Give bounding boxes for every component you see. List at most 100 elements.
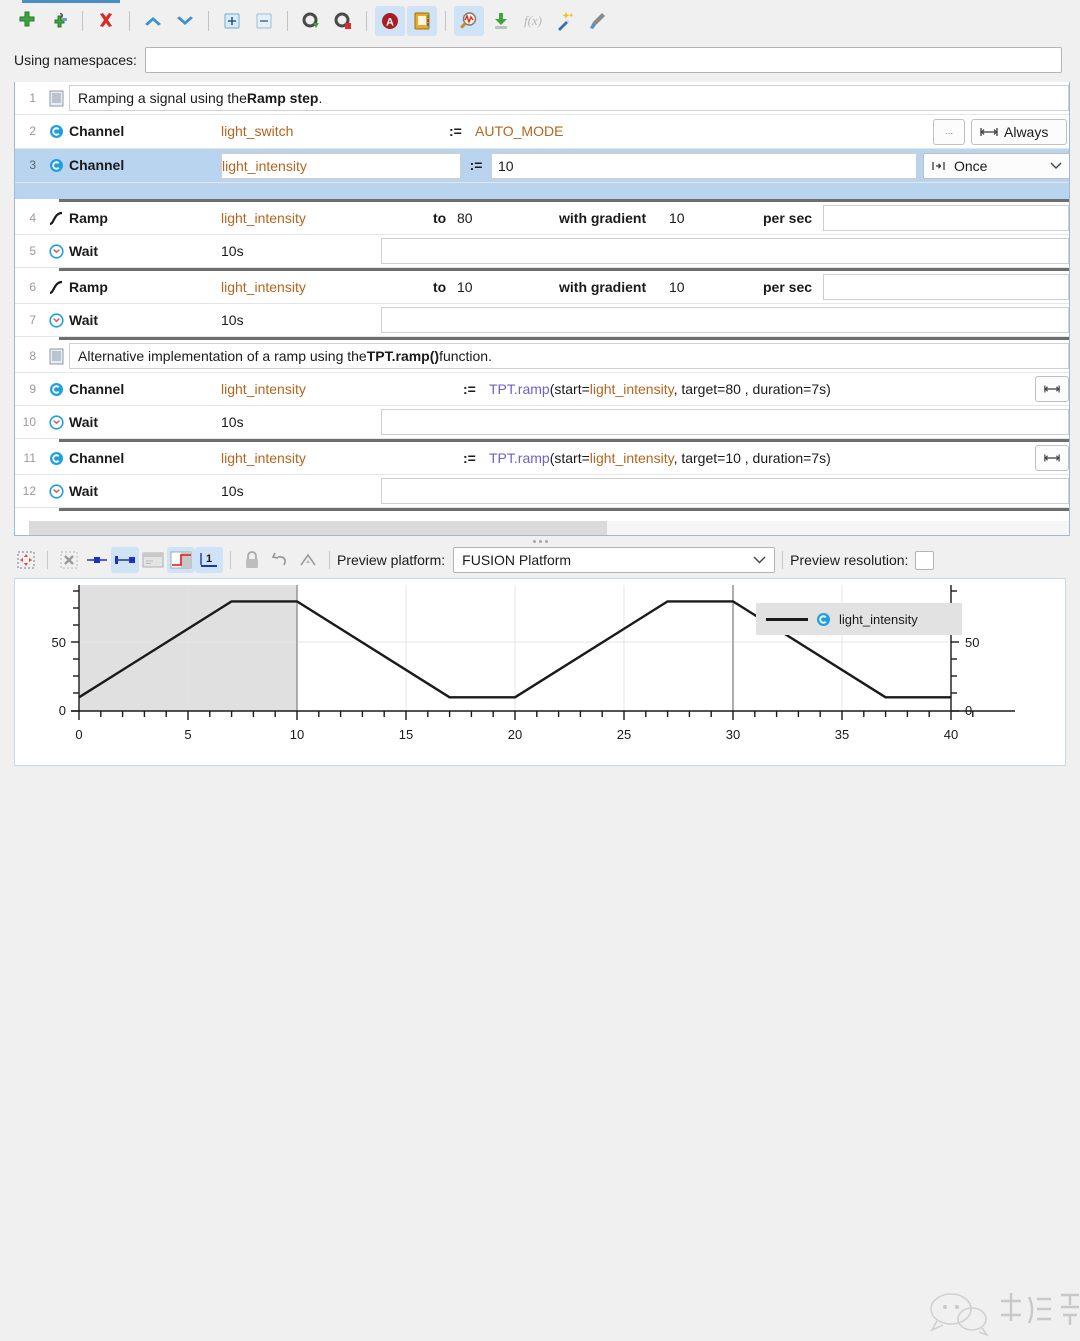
- table-row[interactable]: 9 Channel light_intensity := TPT.ramp(st…: [15, 373, 1069, 406]
- step-keyword: Ramp: [69, 210, 108, 226]
- brush-icon[interactable]: [582, 6, 612, 36]
- ellipsis-button[interactable]: ...: [933, 118, 965, 145]
- x-tick-label: 15: [399, 727, 413, 742]
- horizontal-scrollbar-thumb[interactable]: [29, 521, 607, 535]
- assessment-icon[interactable]: A: [375, 6, 405, 36]
- channel-name[interactable]: light_switch: [221, 115, 449, 148]
- y-tick-label: 0: [59, 703, 66, 718]
- table-row[interactable]: 2 Channel light_switch := AUTO_MODE ... …: [15, 115, 1069, 149]
- table-row[interactable]: 8 Alternative implementation of a ramp u…: [15, 340, 1069, 373]
- sync-mode-always-button[interactable]: Always: [971, 118, 1067, 145]
- clear-icon[interactable]: [55, 547, 83, 573]
- row-number: 10: [22, 415, 36, 429]
- function-open: (start=: [549, 381, 590, 397]
- sync-mode-label: Once: [954, 157, 988, 174]
- preview-separator: [782, 551, 784, 569]
- move-up-icon[interactable]: [138, 6, 168, 36]
- comment-plain-1: Ramping a signal using the: [78, 90, 247, 106]
- delete-step-icon[interactable]: [91, 6, 121, 36]
- add-step-icon[interactable]: [12, 6, 42, 36]
- marker-single-icon[interactable]: [83, 547, 111, 573]
- fit-view-icon[interactable]: [12, 547, 40, 573]
- sync-mode-once-dropdown[interactable]: Once: [923, 152, 1069, 179]
- add-step-from-library-icon[interactable]: [44, 6, 74, 36]
- chart-legend[interactable]: light_intensity: [756, 603, 962, 635]
- channel-name[interactable]: light_intensity: [221, 271, 433, 303]
- to-value[interactable]: 80: [457, 202, 559, 234]
- legend-line-swatch: [766, 617, 808, 621]
- settings-stop-icon[interactable]: [328, 6, 358, 36]
- namespaces-input[interactable]: [144, 47, 1062, 73]
- undo-icon[interactable]: [266, 547, 294, 573]
- assign-operator: :=: [469, 157, 483, 173]
- peak-icon[interactable]: [294, 547, 322, 573]
- channel-expression[interactable]: TPT.ramp(start=light_intensity, target=8…: [489, 373, 1035, 405]
- signal-preview-chart[interactable]: 0 50 0 50 0 5 10 15 20 25 30 35 40: [14, 578, 1079, 1337]
- ramp-extra-field[interactable]: [823, 274, 1069, 300]
- preview-platform-dropdown[interactable]: FUSION Platform: [453, 547, 776, 573]
- marker-range-icon[interactable]: [111, 547, 139, 573]
- lock-icon[interactable]: [238, 547, 266, 573]
- sync-mode-always-button[interactable]: [1035, 445, 1069, 471]
- table-row[interactable]: 10 Wait 10s: [15, 406, 1069, 439]
- watermark: [930, 1293, 1079, 1337]
- gradient-value[interactable]: 10: [669, 271, 763, 303]
- function-name: TPT.ramp: [489, 450, 550, 466]
- row-number: 11: [23, 451, 36, 465]
- chevron-down-icon: [753, 556, 766, 564]
- wand-icon[interactable]: [550, 6, 580, 36]
- wait-duration[interactable]: 10s: [221, 406, 381, 438]
- channel-name[interactable]: light_intensity: [221, 373, 463, 405]
- sync-mode-label: Always: [1004, 123, 1049, 140]
- table-row[interactable]: 5 Wait 10s: [15, 235, 1069, 268]
- toolbar-accent-bar: [22, 0, 120, 3]
- table-row[interactable]: 4 Ramp light_intensity to 80 with gradie…: [15, 202, 1069, 235]
- step-signal-icon[interactable]: [167, 547, 195, 573]
- wait-duration[interactable]: 10s: [221, 235, 381, 267]
- notebook-icon[interactable]: [407, 6, 437, 36]
- ramp-icon: [43, 271, 69, 303]
- table-row[interactable]: 11 Channel light_intensity := TPT.ramp(s…: [15, 442, 1069, 475]
- splitter-dot: [544, 539, 548, 543]
- row-number: 4: [29, 211, 36, 225]
- comment-text[interactable]: Alternative implementation of a ramp usi…: [69, 343, 1069, 369]
- table-row[interactable]: 1 Ramping a signal using the Ramp step.: [15, 82, 1069, 115]
- window-icon[interactable]: [139, 547, 167, 573]
- splitter-dot: [538, 539, 542, 543]
- channel-name[interactable]: light_intensity: [221, 202, 433, 234]
- collapse-icon[interactable]: [249, 6, 279, 36]
- table-row[interactable]: 12 Wait 10s: [15, 475, 1069, 508]
- wait-extra-field[interactable]: [381, 307, 1069, 333]
- channel-icon: [43, 115, 69, 148]
- svg-text:1: 1: [206, 553, 212, 565]
- digital-signal-icon[interactable]: 1: [195, 547, 223, 573]
- function-icon[interactable]: f(x): [518, 6, 548, 36]
- signal-inspect-icon[interactable]: [454, 6, 484, 36]
- channel-expression[interactable]: TPT.ramp(start=light_intensity, target=1…: [489, 442, 1035, 474]
- channel-name[interactable]: light_intensity: [221, 442, 463, 474]
- wait-duration[interactable]: 10s: [221, 475, 381, 507]
- wait-extra-field[interactable]: [381, 409, 1069, 435]
- table-row[interactable]: 3 Channel light_intensity := 10 Once: [15, 149, 1069, 183]
- wait-extra-field[interactable]: [381, 478, 1069, 504]
- expand-icon[interactable]: [217, 6, 247, 36]
- comment-text[interactable]: Ramping a signal using the Ramp step.: [69, 85, 1069, 111]
- table-row[interactable]: 6 Ramp light_intensity to 10 with gradie…: [15, 271, 1069, 304]
- sync-mode-always-button[interactable]: [1035, 376, 1069, 402]
- step-keyword: Channel: [69, 450, 125, 466]
- ramp-extra-field[interactable]: [823, 205, 1069, 231]
- chart-x-axis: 0 5 10 15 20 25 30 35 40: [71, 710, 1015, 742]
- preview-resolution-checkbox[interactable]: [915, 550, 935, 570]
- wait-extra-field[interactable]: [381, 238, 1069, 264]
- to-value[interactable]: 10: [457, 271, 559, 303]
- table-row[interactable]: 7 Wait 10s: [15, 304, 1069, 337]
- channel-name[interactable]: light_intensity: [221, 152, 461, 179]
- wait-duration[interactable]: 10s: [221, 304, 381, 336]
- gradient-value[interactable]: 10: [669, 202, 763, 234]
- x-tick-label: 10: [290, 727, 304, 742]
- channel-value[interactable]: AUTO_MODE: [475, 115, 933, 148]
- settings-run-icon[interactable]: [296, 6, 326, 36]
- channel-value[interactable]: 10: [491, 152, 917, 179]
- download-icon[interactable]: [486, 6, 516, 36]
- move-down-icon[interactable]: [170, 6, 200, 36]
